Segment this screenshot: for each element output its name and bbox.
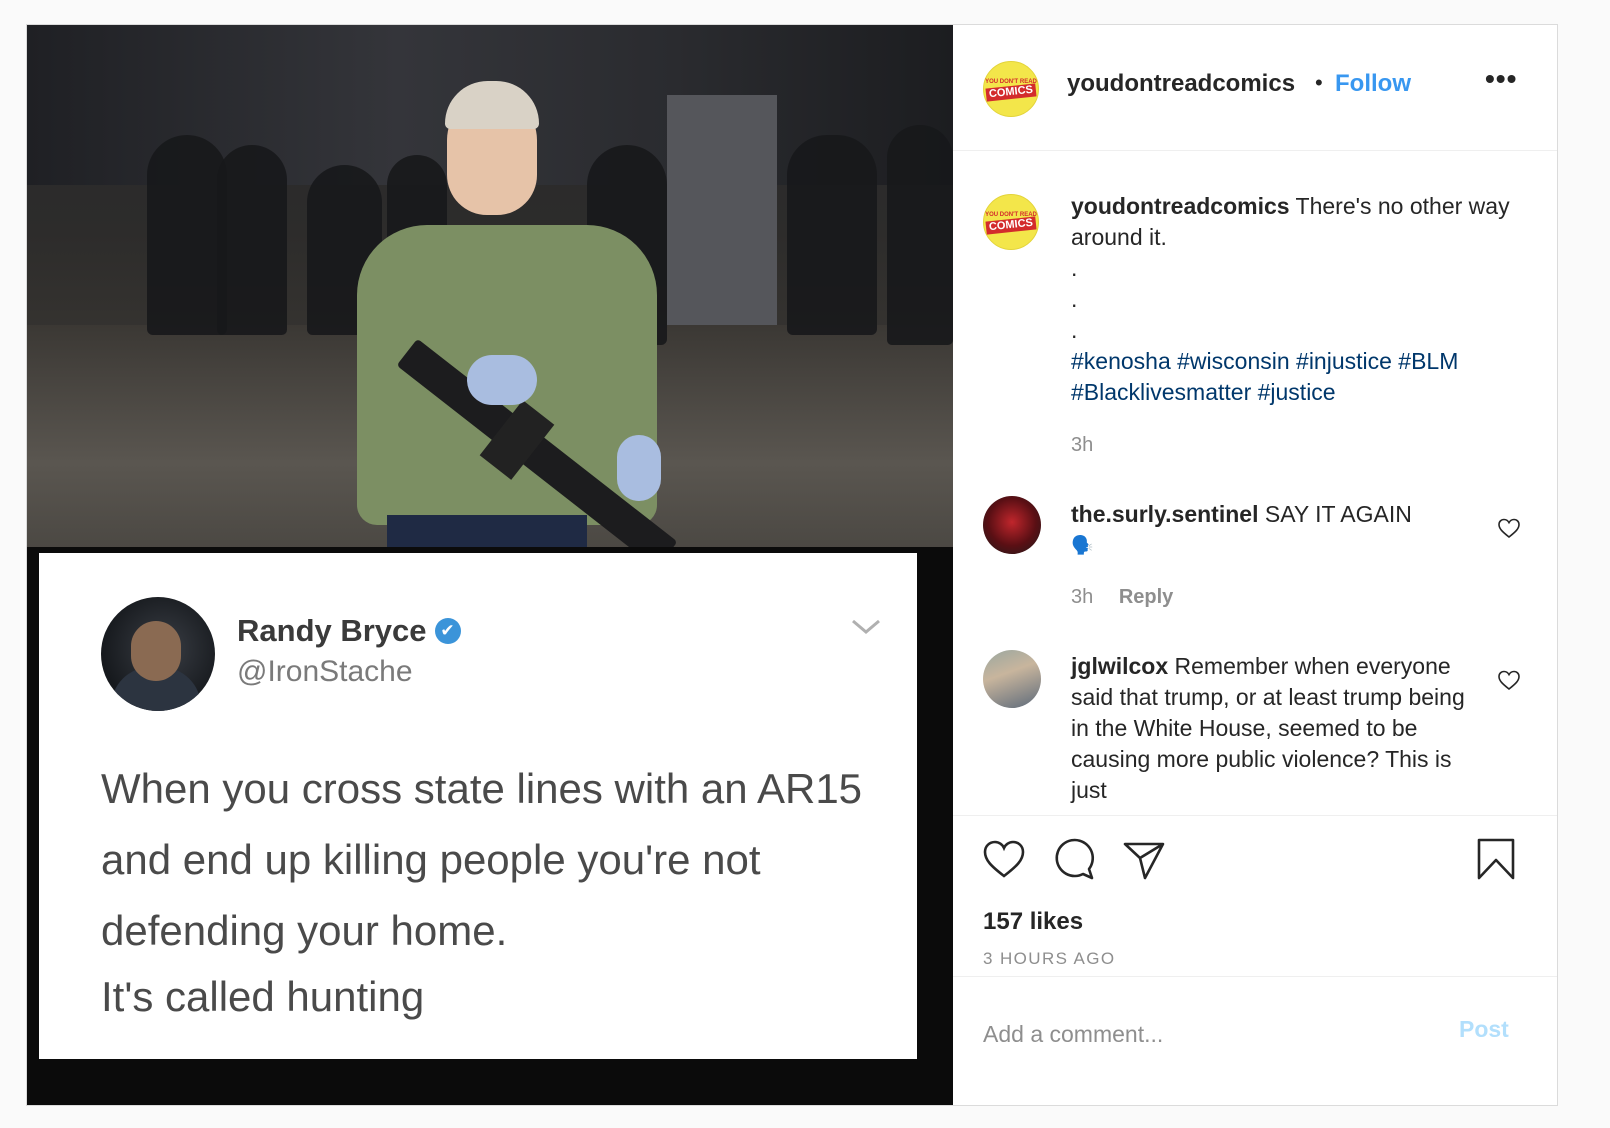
verified-badge-icon: ✔: [434, 618, 461, 644]
save-bookmark-icon[interactable]: [1473, 836, 1519, 882]
comment-time[interactable]: 3h: [1071, 586, 1093, 608]
caption-dot: .: [1071, 286, 1078, 312]
comment-meta: 3h Reply: [1071, 586, 1173, 609]
like-heart-icon[interactable]: [981, 836, 1027, 882]
caption-dot: .: [1071, 255, 1078, 281]
post-header: YOU DON'T READ COMICS youdontreadcomics …: [953, 25, 1557, 151]
caption-username[interactable]: youdontreadcomics: [1071, 193, 1290, 219]
comment-like-heart-icon[interactable]: [1497, 668, 1521, 692]
comment: the.surly.sentinel SAY IT AGAIN 🗣️: [1071, 499, 1521, 561]
comment-bubble-icon[interactable]: [1051, 836, 1097, 882]
follow-button[interactable]: Follow: [1335, 70, 1411, 98]
comment-text: SAY IT AGAIN: [1264, 501, 1412, 527]
tweet-handle: @IronStache: [237, 655, 413, 688]
post-side-panel: YOU DON'T READ COMICS youdontreadcomics …: [953, 25, 1557, 1105]
profile-avatar[interactable]: YOU DON'T READ COMICS: [983, 61, 1039, 117]
caption: youdontreadcomics There's no other way a…: [1071, 191, 1521, 408]
more-options-icon[interactable]: •••: [1485, 63, 1517, 95]
post-comment-button[interactable]: Post: [1459, 1016, 1509, 1043]
comment-username[interactable]: the.surly.sentinel: [1071, 501, 1258, 527]
likes-count[interactable]: 157 likes: [983, 908, 1083, 936]
tweet-screenshot: Randy Bryce ✔ @IronStache When you cross…: [39, 553, 917, 1059]
caption-dot: .: [1071, 317, 1078, 343]
tweet-avatar: [101, 597, 215, 711]
reply-button[interactable]: Reply: [1119, 586, 1173, 608]
header-username[interactable]: youdontreadcomics: [1067, 70, 1295, 98]
speaking-head-icon: 🗣️: [1071, 535, 1094, 555]
caption-time[interactable]: 3h: [1071, 434, 1093, 457]
comments-list[interactable]: YOU DON'T READ COMICS youdontreadcomics …: [953, 152, 1557, 816]
caption-hashtags[interactable]: #kenosha #wisconsin #injustice #BLM #Bla…: [1071, 346, 1521, 408]
comment: jglwilcox Remember when everyone said th…: [1071, 651, 1471, 806]
commenter-avatar[interactable]: [983, 650, 1041, 708]
comment-username[interactable]: jglwilcox: [1071, 653, 1168, 679]
header-separator: •: [1315, 70, 1323, 95]
commenter-avatar[interactable]: [983, 496, 1041, 554]
caption-avatar[interactable]: YOU DON'T READ COMICS: [983, 194, 1039, 250]
tweet-text: When you cross state lines with an AR15 …: [101, 765, 863, 954]
comment-like-heart-icon[interactable]: [1497, 516, 1521, 540]
instagram-post: Randy Bryce ✔ @IronStache When you cross…: [26, 24, 1558, 1106]
chevron-down-icon: [849, 617, 883, 637]
post-actions: 157 likes 3 HOURS AGO: [953, 815, 1557, 977]
post-timestamp[interactable]: 3 HOURS AGO: [983, 949, 1116, 969]
post-image[interactable]: Randy Bryce ✔ @IronStache When you cross…: [27, 25, 953, 1105]
tweet-author-name: Randy Bryce ✔: [237, 613, 461, 649]
tweet-text-2: It's called hunting: [101, 973, 425, 1020]
share-send-icon[interactable]: [1121, 836, 1167, 882]
photo-armed-man: [27, 25, 953, 547]
add-comment-bar: Post: [953, 978, 1557, 1105]
add-comment-input[interactable]: [983, 1014, 1423, 1054]
